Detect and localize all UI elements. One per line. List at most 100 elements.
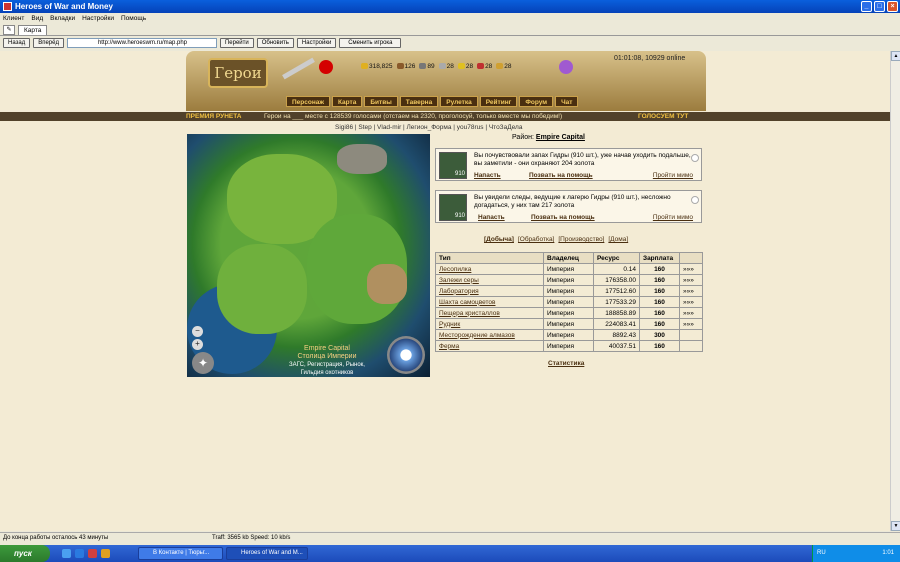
wood-resource: 126: [396, 63, 415, 70]
menu-tabs[interactable]: Вкладки: [50, 15, 75, 22]
game-header: Герои 318,825 126 89 28 28 28 28 01:01:0…: [186, 51, 706, 111]
compass-icon[interactable]: [387, 336, 425, 374]
tab-production[interactable]: [Производство]: [558, 236, 604, 243]
mercury-resource: 28: [438, 63, 454, 70]
event-radio[interactable]: [691, 196, 699, 204]
nav-battles[interactable]: Битвы: [364, 96, 398, 107]
facility-link[interactable]: Залежи серы: [435, 274, 544, 286]
facility-link[interactable]: Рудник: [435, 318, 544, 330]
desktop-icon[interactable]: [62, 549, 71, 558]
facility-link[interactable]: Лаборатория: [435, 285, 544, 297]
pass-by-link[interactable]: Пройти мимо: [653, 172, 693, 179]
menu-view[interactable]: Вид: [31, 15, 43, 22]
tab-map[interactable]: Карта: [18, 25, 48, 35]
task-vkontakte[interactable]: В Контакте | Тюрьг...: [138, 547, 223, 560]
pass-by-link[interactable]: Пройти мимо: [653, 214, 693, 221]
map-pan-icon[interactable]: ✦: [192, 352, 214, 374]
details-link[interactable]: »»»: [679, 285, 703, 297]
task-heroes[interactable]: Heroes of War and M...: [226, 547, 308, 560]
scroll-down-icon[interactable]: ▼: [891, 521, 900, 531]
nav-map[interactable]: Карта: [332, 96, 363, 107]
map-location-caption: Empire Capital Столица Империи ЗАГС, Рег…: [289, 345, 365, 376]
table-row: Залежи серы Империя 176358.00 160»»»: [435, 274, 703, 286]
tab-processing[interactable]: [Обработка]: [518, 236, 554, 243]
menu-client[interactable]: Клиент: [3, 15, 24, 22]
hydra-event: 910 Вы почувствовали запах Гидры (910 шт…: [435, 148, 702, 181]
details-link[interactable]: »»»: [679, 274, 703, 286]
close-button[interactable]: ×: [887, 1, 898, 12]
nav-tavern[interactable]: Таверна: [399, 96, 439, 107]
world-map[interactable]: − + ✦ Empire Capital Столица Империи ЗАГ…: [187, 134, 430, 377]
window-title: Heroes of War and Money: [15, 2, 113, 11]
ie-icon[interactable]: [75, 549, 84, 558]
tab-extraction[interactable]: [Добыча]: [484, 236, 514, 243]
details-link[interactable]: »»»: [679, 263, 703, 275]
details-link[interactable]: »»»: [679, 318, 703, 330]
call-help-link[interactable]: Позвать на помощь: [529, 172, 593, 179]
statistics-link[interactable]: Статистика: [548, 360, 584, 367]
start-button[interactable]: пуск: [0, 545, 50, 562]
new-tab-icon[interactable]: ✎: [3, 25, 15, 35]
media-icon[interactable]: [101, 549, 110, 558]
switch-player-button[interactable]: Сменить игрока: [339, 38, 402, 48]
settings-button[interactable]: Настройки: [296, 38, 337, 48]
opera-icon[interactable]: [88, 549, 97, 558]
attack-link[interactable]: Напасть: [478, 214, 505, 221]
traffic-status: Traff: 3565 kb Speed: 10 kb/s: [212, 535, 291, 541]
game-page: Герои 318,825 126 89 28 28 28 28 01:01:0…: [0, 51, 890, 531]
map-region[interactable]: [217, 244, 307, 334]
facility-link[interactable]: Ферма: [435, 340, 544, 352]
details-link[interactable]: »»»: [679, 296, 703, 308]
event-text: Вы увидели следы, ведущие к лагерю Гидры…: [474, 194, 671, 209]
sulfur-resource: 28: [457, 63, 473, 70]
forward-button[interactable]: Вперёд: [33, 38, 64, 48]
refresh-button[interactable]: Обновить: [256, 38, 294, 48]
table-row: Рудник Империя 224083.41 160»»»: [435, 318, 703, 330]
promo-text: Герои на ___ месте с 128539 голосами (от…: [264, 113, 563, 120]
zoom-in-icon[interactable]: +: [192, 339, 203, 350]
gold-resource: 318,825: [361, 63, 393, 70]
table-row: Месторождение алмазов Империя 8892.43 300: [435, 329, 703, 341]
tray-clock[interactable]: 1:01: [882, 545, 894, 562]
facility-link[interactable]: Месторождение алмазов: [435, 329, 544, 341]
district-label: Район: Empire Capital: [512, 134, 585, 141]
menu-help[interactable]: Помощь: [121, 15, 146, 22]
facility-link[interactable]: Шахта самоцветов: [435, 296, 544, 308]
facility-link[interactable]: Лесопилка: [435, 263, 544, 275]
nav-chat[interactable]: Чат: [555, 96, 579, 107]
maximize-button[interactable]: □: [874, 1, 885, 12]
crystals-resource: 28: [477, 63, 492, 70]
nav-character[interactable]: Персонаж: [286, 96, 330, 107]
event-radio[interactable]: [691, 154, 699, 162]
promo-award-link[interactable]: ПРЕМИЯ РУНЕТА: [186, 112, 242, 121]
go-button[interactable]: Перейти: [219, 38, 254, 48]
district-link[interactable]: Empire Capital: [536, 134, 585, 141]
gems-resource: 28: [496, 63, 512, 70]
ore-resource: 89: [419, 63, 435, 70]
minimize-button[interactable]: _: [861, 1, 872, 12]
vote-link[interactable]: ГОЛОСУЕМ ТУТ: [638, 112, 688, 121]
zoom-out-icon[interactable]: −: [192, 326, 203, 337]
tab-houses[interactable]: [Дома]: [608, 236, 628, 243]
nav-roulette[interactable]: Рулетка: [440, 96, 478, 107]
attack-link[interactable]: Напасть: [474, 172, 501, 179]
online-users[interactable]: Sigi86 | Step | Vlad-mir | Легион_Форма …: [335, 124, 522, 131]
url-input[interactable]: http://www.heroeswm.ru/map.php: [66, 38, 217, 48]
vertical-scrollbar[interactable]: ▲ ▼: [890, 51, 900, 531]
object-subtabs: [Добыча] [Обработка] [Производство] [Дом…: [484, 236, 628, 243]
table-row: Пещера кристаллов Империя 188858.89 160»»»: [435, 307, 703, 319]
back-button[interactable]: Назад: [3, 38, 31, 48]
table-row: Шахта самоцветов Империя 177533.29 160»»»: [435, 296, 703, 308]
nav-forum[interactable]: Форум: [519, 96, 554, 107]
facilities-table: Тип Владелец Ресурс Зарплата Лесопилка Им…: [435, 252, 703, 352]
scroll-up-icon[interactable]: ▲: [891, 51, 900, 61]
table-row: Лесопилка Империя 0.14 160»»»: [435, 263, 703, 275]
details-link[interactable]: »»»: [679, 307, 703, 319]
menu-settings[interactable]: Настройки: [82, 15, 114, 22]
nav-rating[interactable]: Рейтинг: [479, 96, 518, 107]
game-logo[interactable]: Герои: [208, 58, 268, 88]
call-help-link[interactable]: Позвать на помощь: [531, 214, 595, 221]
health-icon: [319, 60, 333, 74]
facility-link[interactable]: Пещера кристаллов: [435, 307, 544, 319]
language-indicator[interactable]: RU: [817, 550, 826, 556]
